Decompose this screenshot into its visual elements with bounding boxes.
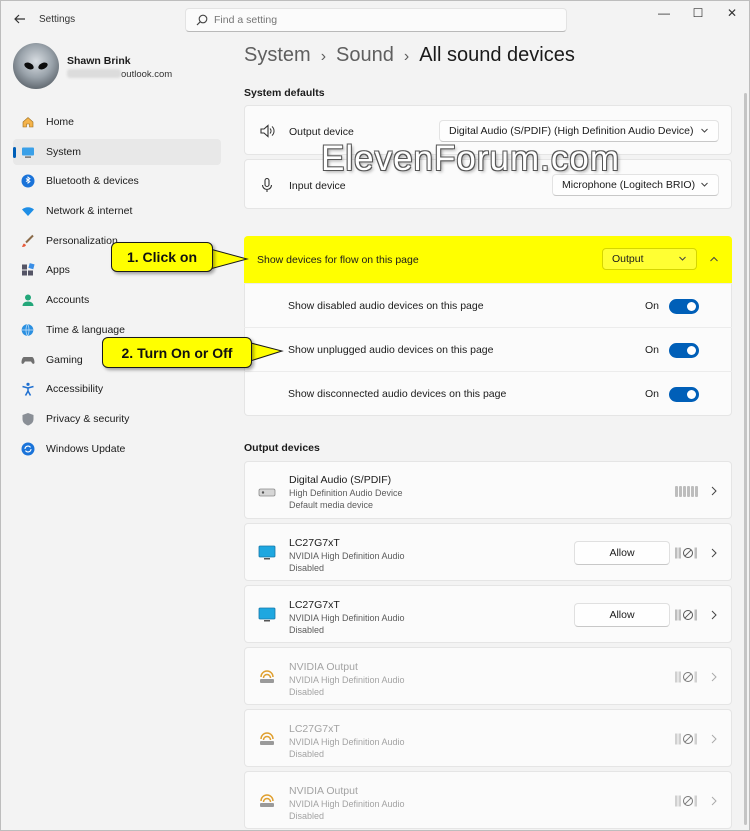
- breadcrumb-separator: ›: [403, 48, 410, 65]
- chevron-right-icon: [711, 734, 717, 744]
- allow-button[interactable]: Allow: [574, 541, 670, 565]
- settings-window: Settings — ☐ ✕ Shawn Brink outlook.com H…: [0, 0, 750, 831]
- breadcrumb-system[interactable]: System: [244, 44, 311, 66]
- audio-jack-icon: [260, 732, 274, 745]
- chevron-right-icon: [711, 486, 717, 496]
- section-title-system-defaults: System defaults: [244, 87, 325, 99]
- muted-volume-icon: [675, 795, 697, 807]
- sidebar-item-accounts[interactable]: Accounts: [13, 287, 221, 313]
- flow-select[interactable]: Output: [602, 248, 697, 270]
- search-icon: [196, 14, 208, 26]
- shield-icon: [22, 412, 34, 426]
- chevron-right-icon: [711, 548, 717, 558]
- page-title: All sound devices: [419, 44, 575, 66]
- toggle-row-unplugged: Show unplugged audio devices on this pag…: [244, 328, 732, 372]
- chevron-right-icon: [711, 796, 717, 806]
- flow-label: Show devices for flow on this page: [257, 254, 419, 266]
- sidebar-item-bluetooth[interactable]: Bluetooth & devices: [13, 168, 221, 194]
- window-controls: — ☐ ✕: [647, 1, 749, 27]
- device-row[interactable]: NVIDIA Output NVIDIA High Definition Aud…: [244, 647, 732, 705]
- apps-icon: [22, 263, 35, 276]
- sidebar-nav: Home System Bluetooth & devices Network …: [13, 109, 221, 465]
- sidebar-item-privacy-security[interactable]: Privacy & security: [13, 406, 221, 432]
- audio-jack-icon: [260, 670, 274, 683]
- wifi-icon: [22, 207, 34, 217]
- microphone-icon: [261, 177, 273, 192]
- callout-step1: 1. Click on: [111, 242, 213, 272]
- callout-arrow: [209, 248, 249, 270]
- toggle-switch-disabled[interactable]: [669, 299, 699, 314]
- audio-jack-icon: [260, 794, 274, 807]
- device-row[interactable]: Digital Audio (S/PDIF) High Definition A…: [244, 461, 732, 519]
- maximize-button[interactable]: ☐: [681, 1, 715, 25]
- chevron-down-icon: [701, 182, 708, 187]
- monitor-icon: [258, 545, 276, 560]
- title-bar: Settings — ☐ ✕: [1, 1, 749, 39]
- back-arrow-icon: [14, 14, 25, 24]
- sidebar-item-system[interactable]: System: [13, 138, 221, 165]
- device-row[interactable]: LC27G7xT NVIDIA High Definition Audio Di…: [244, 709, 732, 767]
- muted-volume-icon: [675, 733, 697, 745]
- speaker-icon: [260, 124, 275, 138]
- minimize-button[interactable]: —: [647, 1, 681, 25]
- section-title-output-devices: Output devices: [244, 442, 320, 454]
- toggle-switch-unplugged[interactable]: [669, 343, 699, 358]
- scrollbar[interactable]: [744, 93, 747, 825]
- volume-meter: [675, 485, 699, 497]
- back-button[interactable]: [9, 9, 31, 29]
- flow-toggles: Show disabled audio devices on this page…: [244, 283, 732, 416]
- brush-icon: [22, 234, 34, 247]
- profile-name: Shawn Brink: [67, 55, 131, 67]
- allow-button[interactable]: Allow: [574, 603, 670, 627]
- toggle-row-disabled: Show disabled audio devices on this page…: [244, 283, 732, 327]
- breadcrumb-separator: ›: [320, 48, 327, 65]
- update-icon: [21, 442, 35, 456]
- toggle-switch-disconnected[interactable]: [669, 387, 699, 402]
- input-device-label: Input device: [289, 180, 346, 192]
- app-title: Settings: [39, 14, 76, 25]
- search-box[interactable]: [185, 8, 567, 32]
- search-input[interactable]: [214, 12, 554, 28]
- accessibility-icon: [22, 382, 34, 397]
- sidebar-item-network[interactable]: Network & internet: [13, 198, 221, 224]
- profile-email: outlook.com: [67, 69, 172, 80]
- muted-volume-icon: [675, 671, 697, 683]
- gamepad-icon: [21, 356, 35, 364]
- person-icon: [22, 294, 34, 307]
- breadcrumb-sound[interactable]: Sound: [336, 44, 394, 66]
- home-icon: [22, 117, 34, 128]
- device-row[interactable]: LC27G7xT NVIDIA High Definition Audio Di…: [244, 585, 732, 643]
- toggle-row-disconnected: Show disconnected audio devices on this …: [244, 372, 732, 416]
- muted-volume-icon: [675, 547, 697, 559]
- chevron-down-icon: [701, 128, 708, 133]
- flow-selector-row[interactable]: Show devices for flow on this page Outpu…: [244, 236, 732, 283]
- bluetooth-icon: [21, 174, 35, 188]
- spdif-speaker-icon: [258, 488, 276, 497]
- muted-volume-icon: [675, 609, 697, 621]
- monitor-icon: [258, 607, 276, 622]
- avatar: [13, 43, 59, 89]
- chevron-down-icon: [679, 256, 686, 261]
- system-monitor-icon: [22, 147, 34, 158]
- device-row[interactable]: LC27G7xT NVIDIA High Definition Audio Di…: [244, 523, 732, 581]
- sidebar-item-home[interactable]: Home: [13, 109, 221, 135]
- chevron-right-icon: [711, 610, 717, 620]
- sidebar-item-accessibility[interactable]: Accessibility: [13, 376, 221, 402]
- callout-step2: 2. Turn On or Off: [102, 337, 252, 368]
- breadcrumb: System › Sound › All sound devices: [244, 44, 575, 67]
- globe-clock-icon: [21, 323, 34, 336]
- sidebar-item-windows-update[interactable]: Windows Update: [13, 436, 221, 462]
- chevron-right-icon: [711, 672, 717, 682]
- close-button[interactable]: ✕: [715, 1, 749, 25]
- device-row[interactable]: NVIDIA Output NVIDIA High Definition Aud…: [244, 771, 732, 829]
- chevron-up-icon[interactable]: [709, 255, 719, 263]
- watermark: ElevenForum.com: [321, 139, 620, 178]
- output-device-label: Output device: [289, 126, 354, 138]
